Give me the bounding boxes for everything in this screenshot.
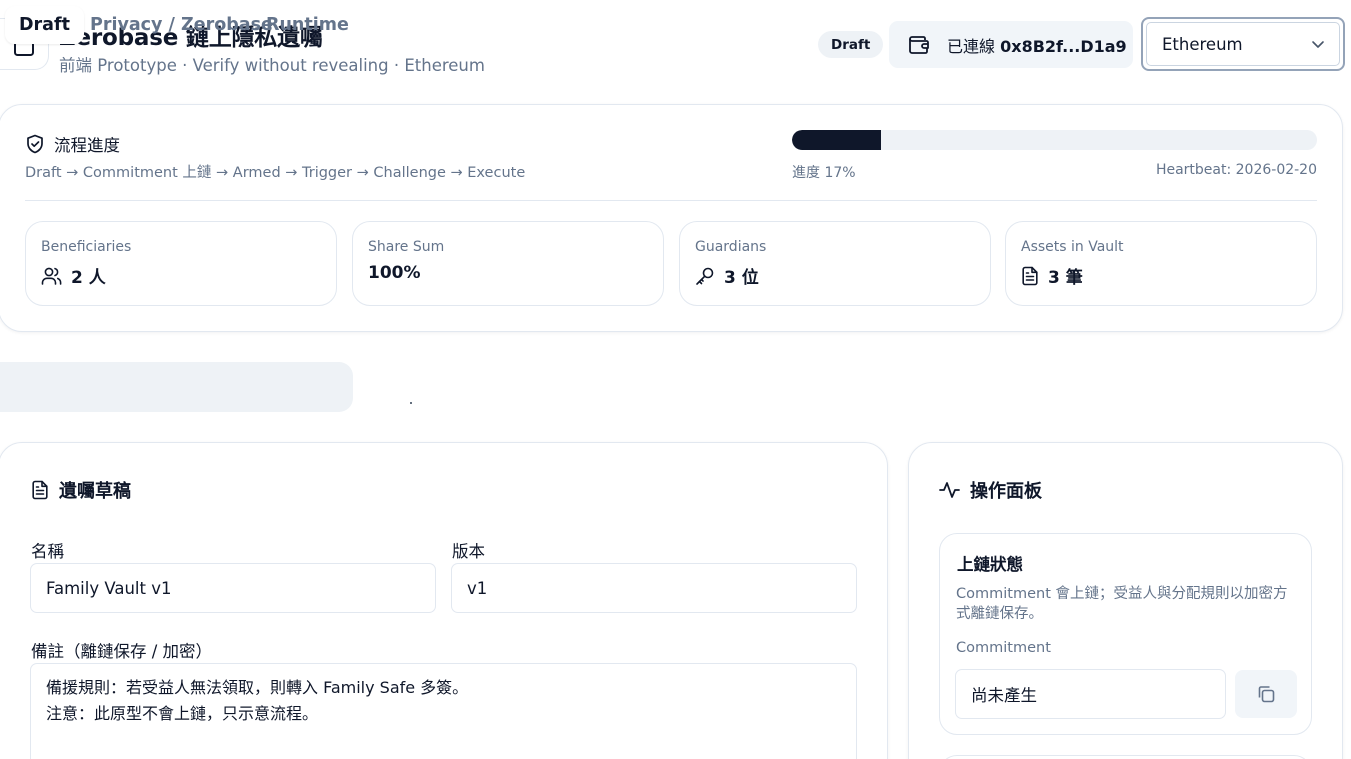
notes-line: 備援規則：若受益人無法領取，則轉入 Family Safe 多簽。 <box>46 678 469 697</box>
copy-icon <box>1256 684 1276 704</box>
tab-bar <box>0 362 353 412</box>
status-badge: Draft <box>818 31 884 58</box>
document-icon <box>1021 266 1039 286</box>
progress-title: 流程進度 <box>26 132 120 156</box>
copy-button[interactable] <box>1235 670 1297 718</box>
stat-label: Assets in Vault <box>1021 239 1124 255</box>
notes-label: 備註（離鏈保存 / 加密） <box>31 642 213 661</box>
stat-value: 3 筆 <box>1048 268 1083 288</box>
stat-label: Beneficiaries <box>41 239 132 255</box>
progress-bar-fill <box>792 130 882 150</box>
shield-check-icon <box>26 134 44 154</box>
progress-steps: Draft → Commitment 上鏈 → Armed → Trigger … <box>25 165 526 181</box>
activity-icon <box>939 481 960 499</box>
name-input[interactable]: Family Vault v1 <box>30 563 436 613</box>
chevron-down-icon <box>1311 40 1325 49</box>
version-input[interactable]: v1 <box>451 563 857 613</box>
stat-guardians: Guardians 3 位 <box>679 221 991 306</box>
stat-label: Share Sum <box>368 239 445 255</box>
key-icon <box>695 266 715 286</box>
notes-line: 注意：此原型不會上鏈，只示意流程。 <box>46 704 319 723</box>
users-icon <box>41 267 62 285</box>
notes-textarea[interactable]: 備援規則：若受益人無法領取，則轉入 Family Safe 多簽。 注意：此原型… <box>30 663 857 759</box>
wallet-address: 0x8B2f...D1a9 <box>1000 36 1127 56</box>
network-selected: Ethereum <box>1162 34 1243 54</box>
divider <box>25 200 1317 201</box>
tab-privacy-zerobase[interactable]: Privacy / Zerobase <box>90 6 273 44</box>
stat-assets: Assets in Vault 3 筆 <box>1005 221 1317 306</box>
progress-bar <box>792 130 1317 150</box>
stat-value: 2 人 <box>71 268 106 288</box>
next-card <box>939 755 1312 759</box>
tab-draft[interactable]: Draft <box>5 6 84 44</box>
wallet-status: 已連線 <box>947 36 996 56</box>
stat-share-sum: Share Sum 100% <box>352 221 664 306</box>
stat-value: 100% <box>368 263 421 283</box>
commitment-field[interactable]: 尚未產生 <box>955 669 1226 719</box>
network-select[interactable]: Ethereum <box>1141 17 1345 71</box>
ops-title: 操作面板 <box>939 477 1042 503</box>
progress-percent: 進度 17% <box>792 165 856 181</box>
stat-beneficiaries: Beneficiaries 2 人 <box>25 221 337 306</box>
chain-status-title: 上鏈狀態 <box>957 555 1023 574</box>
version-label: 版本 <box>452 542 485 561</box>
heartbeat-date: Heartbeat: 2026-02-20 <box>1155 162 1317 178</box>
tab-runtime[interactable]: Runtime <box>266 6 349 44</box>
wallet-button[interactable]: 已連線 0x8B2f...D1a9 <box>889 21 1133 68</box>
stat-label: Guardians <box>695 239 767 255</box>
stray-dot <box>410 402 412 404</box>
name-label: 名稱 <box>31 542 64 561</box>
commitment-label: Commitment <box>956 640 1051 656</box>
wallet-icon <box>909 35 929 54</box>
stat-value: 3 位 <box>724 268 759 288</box>
draft-title: 遺囑草稿 <box>31 477 131 503</box>
app-subtitle: 前端 Prototype · Verify without revealing … <box>59 56 485 75</box>
chain-status-description: Commitment 會上鏈；受益人與分配規則以加密方式離鏈保存。 <box>956 586 1288 622</box>
document-icon <box>31 480 49 500</box>
